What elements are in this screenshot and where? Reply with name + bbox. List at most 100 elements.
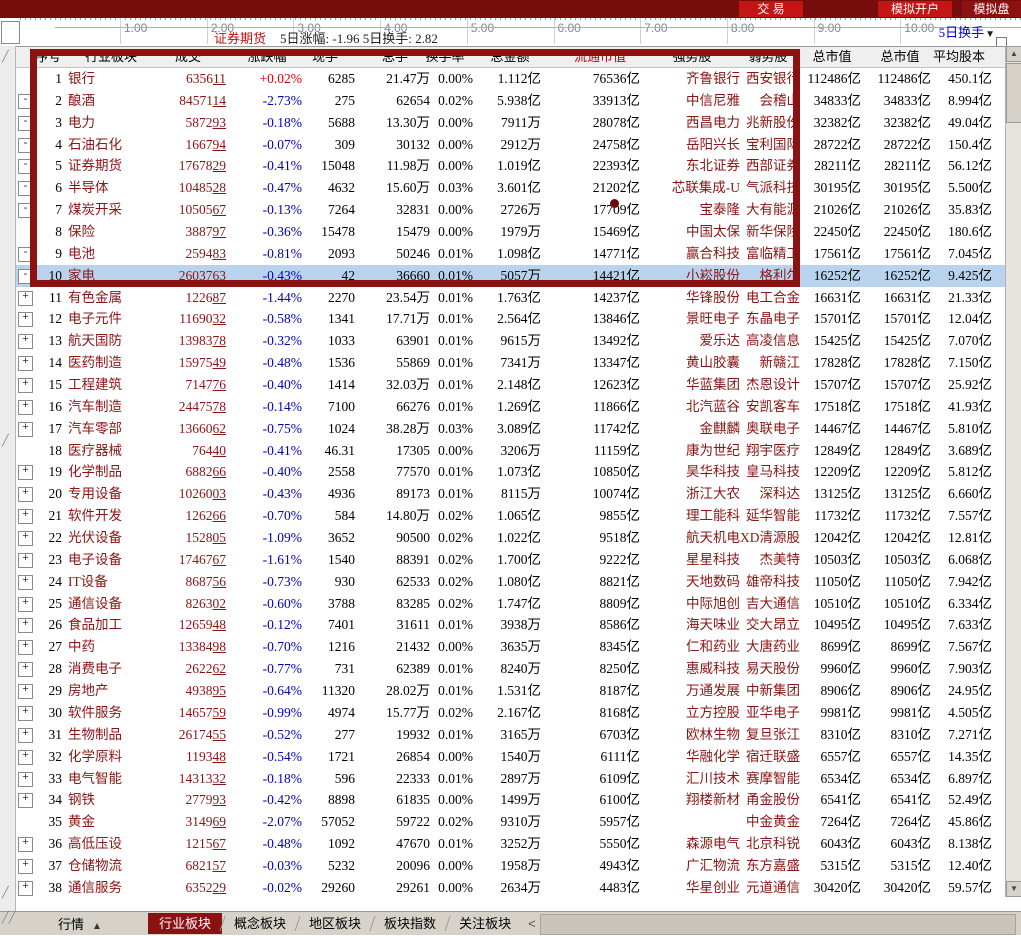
sim-account-button[interactable]: 模拟开户 <box>878 1 952 17</box>
trade-button[interactable]: 交 易 <box>739 1 803 17</box>
table-row[interactable]: -4石油石化166794-0.07%309301320.00%2912万2475… <box>16 134 1005 156</box>
expand-toggle-icon[interactable]: + <box>18 487 33 502</box>
column-header-change[interactable]: 涨跌幅 <box>232 47 302 67</box>
collapse-toggle-icon[interactable]: - <box>18 247 33 262</box>
table-row[interactable]: +37仓储物流682157-0.03%5232200960.00%1958万49… <box>16 855 1005 877</box>
sim-trading-button[interactable]: 模拟盘 <box>962 1 1021 17</box>
expand-toggle-icon[interactable]: + <box>18 728 33 743</box>
table-row[interactable]: +15工程建筑714776-0.40%141432.03万0.01%2.148亿… <box>16 374 1005 396</box>
expand-toggle-icon[interactable]: + <box>18 837 33 852</box>
tab-关注板块[interactable]: 关注板块 <box>448 913 522 934</box>
column-header-now_hand[interactable]: 现手 <box>295 47 355 67</box>
expand-toggle-icon[interactable]: + <box>18 662 33 677</box>
expand-toggle-icon[interactable]: + <box>18 465 33 480</box>
expand-toggle-icon[interactable]: + <box>18 334 33 349</box>
collapse-toggle-icon[interactable]: - <box>18 138 33 153</box>
tab-板块指数[interactable]: 板块指数 <box>373 913 447 934</box>
table-row[interactable]: 1银行635611+0.02%628521.47万0.00%1.112亿7653… <box>16 68 1005 90</box>
expand-toggle-icon[interactable]: + <box>18 881 33 896</box>
column-header-float_cap[interactable]: 流通市值 <box>560 47 640 67</box>
scroll-up-icon[interactable]: ▲ <box>1006 46 1021 62</box>
collapse-toggle-icon[interactable]: - <box>18 203 33 218</box>
table-row[interactable]: +25通信设备826302-0.60%3788832850.02%1.747亿8… <box>16 593 1005 615</box>
expand-toggle-icon[interactable]: + <box>18 291 33 306</box>
table-row[interactable]: +34钢铁277993-0.42%8898618350.00%1499万6100… <box>16 789 1005 811</box>
expand-toggle-icon[interactable]: + <box>18 356 33 371</box>
collapse-toggle-icon[interactable]: - <box>18 269 33 284</box>
expand-toggle-icon[interactable]: + <box>18 750 33 765</box>
table-row[interactable]: +11有色金属122687-1.44%227023.54万0.01%1.763亿… <box>16 287 1005 309</box>
expand-toggle-icon[interactable]: + <box>18 597 33 612</box>
table-row[interactable]: +32化学原料119348-0.54%1721268540.00%1540万61… <box>16 746 1005 768</box>
column-header-avg_equity[interactable]: 平均股本 <box>926 47 992 67</box>
table-row[interactable]: +31生物制品2617455-0.52%277199320.01%3165万67… <box>16 724 1005 746</box>
column-header-total_cap2[interactable]: 总市值 <box>869 47 931 67</box>
table-row[interactable]: -10家电2603763-0.43%42366600.01%5057万14421… <box>16 265 1005 287</box>
column-header-amount[interactable]: 总金额 <box>479 47 541 67</box>
table-row[interactable]: 8保险388797-0.36%15478154790.00%1979万15469… <box>16 221 1005 243</box>
collapse-toggle-icon[interactable]: - <box>18 159 33 174</box>
expand-toggle-icon[interactable]: + <box>18 509 33 524</box>
table-row[interactable]: +23电子设备1746767-1.61%1540883910.02%1.700亿… <box>16 549 1005 571</box>
column-header-weak[interactable]: 弱势股 <box>736 47 800 67</box>
expand-toggle-icon[interactable]: + <box>18 575 33 590</box>
table-row[interactable]: +22光伏设备152805-1.09%3652905000.02%1.022亿9… <box>16 527 1005 549</box>
tab-地区板块[interactable]: 地区板块 <box>298 913 372 934</box>
expand-toggle-icon[interactable]: + <box>18 312 33 327</box>
table-row[interactable]: -2酿酒8457114-2.73%275626540.02%5.938亿3391… <box>16 90 1005 112</box>
table-row[interactable]: -3电力587293-0.18%568813.30万0.00%7911万2807… <box>16 112 1005 134</box>
table-row[interactable]: +28消费电子262262-0.77%731623890.01%8240万825… <box>16 658 1005 680</box>
expand-toggle-icon[interactable]: + <box>18 400 33 415</box>
column-header-total_cap[interactable]: 总市值 <box>803 47 861 67</box>
scroll-down-icon[interactable]: ▼ <box>1006 881 1021 897</box>
table-row[interactable]: +20专用设备1026003-0.43%4936891730.01%8115万1… <box>16 483 1005 505</box>
table-row[interactable]: -9电池259483-0.81%2093502460.01%1.098亿1477… <box>16 243 1005 265</box>
column-header-turnover[interactable]: 换手率 <box>417 47 473 67</box>
table-header-row[interactable]: 序号行业板块成交涨跌幅现手总手换手率总金额流通市值强势股弱势股总市值总市值平均股… <box>16 47 1005 68</box>
table-row[interactable]: 35黄金314969-2.07%57052597220.02%9310万5957… <box>16 811 1005 833</box>
tab-行业板块[interactable]: 行业板块 <box>148 913 222 934</box>
column-header-strong[interactable]: 强势股 <box>644 47 740 67</box>
draw-tool-icon[interactable]: ╱ <box>2 886 9 899</box>
table-row[interactable]: +12电子元件1169032-0.58%134117.71万0.01%2.564… <box>16 308 1005 330</box>
table-row[interactable]: +29房地产493895-0.64%1132028.02万0.01%1.531亿… <box>16 680 1005 702</box>
expand-toggle-icon[interactable]: + <box>18 859 33 874</box>
table-row[interactable]: -7煤炭开采1050567-0.13%7264328310.00%2726万17… <box>16 199 1005 221</box>
table-row[interactable]: +13航天国防1398378-0.32%1033639010.01%9615万1… <box>16 330 1005 352</box>
quote-menu[interactable]: 行情▲ <box>58 915 102 934</box>
table-row[interactable]: +17汽车零部1366062-0.75%102438.28万0.03%3.089… <box>16 418 1005 440</box>
collapse-toggle-icon[interactable]: - <box>18 94 33 109</box>
table-row[interactable]: +19化学制品688266-0.40%2558775700.01%1.073亿1… <box>16 461 1005 483</box>
table-row[interactable]: +38通信服务635229-0.02%29260292610.00%2634万4… <box>16 877 1005 899</box>
horizontal-scrollbar[interactable] <box>540 914 1016 935</box>
table-row[interactable]: +33电气智能1431332-0.18%596223330.01%2897万61… <box>16 768 1005 790</box>
table-row[interactable]: +14医药制造1597549-0.48%1536558690.01%7341万1… <box>16 352 1005 374</box>
table-row[interactable]: -5证券期货1767829-0.41%1504811.98万0.00%1.019… <box>16 155 1005 177</box>
collapse-toggle-icon[interactable]: - <box>18 116 33 131</box>
table-row[interactable]: +21软件开发126266-0.70%58414.80万0.02%1.065亿9… <box>16 505 1005 527</box>
table-row[interactable]: +24IT设备868756-0.73%930625330.02%1.080亿88… <box>16 571 1005 593</box>
expand-toggle-icon[interactable]: + <box>18 553 33 568</box>
table-row[interactable]: +30软件服务1465759-0.99%497415.77万0.02%2.167… <box>16 702 1005 724</box>
column-header-no[interactable]: 序号 <box>34 47 62 67</box>
table-row[interactable]: 18医疗器械76440-0.41%46.31173050.00%3206万111… <box>16 440 1005 462</box>
draw-tool-icon[interactable]: ╱ <box>2 50 9 63</box>
expand-toggle-icon[interactable]: + <box>18 378 33 393</box>
expand-toggle-icon[interactable]: + <box>18 618 33 633</box>
table-row[interactable]: +26食品加工1265948-0.12%7401316110.01%3938万8… <box>16 614 1005 636</box>
table-row[interactable]: +27中药1338498-0.70%1216214320.00%3635万834… <box>16 636 1005 658</box>
table-row[interactable]: +16汽车制造2447578-0.14%7100662760.01%1.269亿… <box>16 396 1005 418</box>
scrollbar-thumb[interactable] <box>1006 63 1021 123</box>
expand-toggle-icon[interactable]: + <box>18 531 33 546</box>
column-header-sector[interactable]: 行业板块 <box>68 47 154 67</box>
expand-toggle-icon[interactable]: + <box>18 422 33 437</box>
tab-scroll-left-icon[interactable]: < <box>522 913 542 934</box>
column-header-volume[interactable]: 成交 <box>150 47 226 67</box>
expand-toggle-icon[interactable]: + <box>18 793 33 808</box>
expand-toggle-icon[interactable]: + <box>18 772 33 787</box>
expand-toggle-icon[interactable]: + <box>18 706 33 721</box>
collapse-toggle-icon[interactable]: - <box>18 181 33 196</box>
expand-toggle-icon[interactable]: + <box>18 684 33 699</box>
table-row[interactable]: +36高低压设121567-0.48%1092476700.01%3252万55… <box>16 833 1005 855</box>
sort-field-selector[interactable]: 5日换手▼ <box>939 22 995 41</box>
